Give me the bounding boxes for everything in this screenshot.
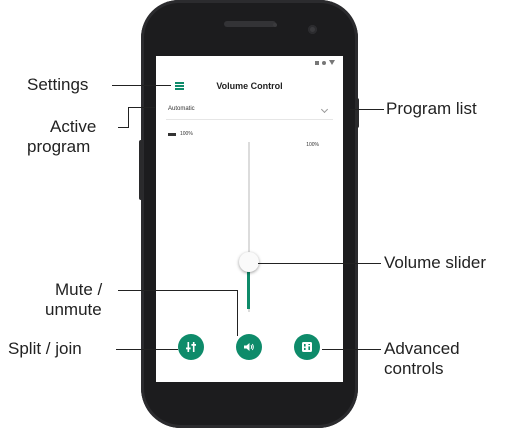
status-bar (156, 56, 343, 70)
phone-side-button-left (139, 140, 143, 200)
leader-volume-slider (258, 263, 381, 264)
volume-slider-thumb[interactable] (239, 252, 259, 272)
leader-active-program-h (118, 127, 128, 128)
speaker-icon (244, 343, 254, 351)
chevron-down-icon[interactable] (320, 105, 329, 114)
callout-mute-1: Mute / (55, 280, 103, 299)
right-volume-indicator: 100% (306, 131, 319, 150)
minus-icon (168, 132, 176, 136)
leader-split-join (116, 349, 178, 350)
left-volume-value: 100% (180, 131, 193, 137)
notification-icon (315, 60, 319, 65)
leader-mute-v (237, 290, 238, 336)
callout-mute-2: unmute (45, 300, 102, 319)
leader-program-list (350, 109, 384, 110)
left-volume-indicator: 100% (168, 131, 193, 137)
leader-active-program-v (128, 107, 129, 128)
mute-unmute-button[interactable] (236, 334, 262, 360)
callout-advanced-1: Advanced (384, 339, 460, 358)
page-title: Volume Control (216, 81, 283, 91)
sliders-icon (186, 342, 196, 352)
leader-advanced (322, 349, 381, 350)
callout-volume-slider: Volume slider (384, 253, 487, 272)
callout-split-join: Split / join (8, 339, 82, 358)
leader-active-program-h2 (128, 107, 155, 108)
phone-side-button-right (355, 98, 359, 128)
phone-speaker (224, 21, 276, 27)
equalizer-icon (302, 342, 312, 352)
phone-camera (308, 25, 317, 34)
leader-settings (112, 85, 171, 86)
advanced-controls-button[interactable] (294, 334, 320, 360)
callout-active-program-1: Active (50, 117, 97, 136)
callout-active-program-2: program (27, 137, 91, 156)
active-program: Automatic (168, 106, 195, 112)
battery-icon (322, 60, 326, 65)
program-dropdown[interactable]: Automatic (166, 103, 333, 120)
app-screen: Volume Control Automatic 100% 100% (156, 56, 343, 382)
callout-advanced-2: controls (384, 359, 444, 378)
phone-device: Volume Control Automatic 100% 100% (139, 0, 359, 428)
phone-sensor (273, 23, 277, 27)
right-volume-value: 100% (306, 142, 319, 148)
callout-settings: Settings (27, 75, 89, 94)
app-bar: Volume Control (156, 74, 343, 98)
callout-program-list: Program list (386, 99, 477, 118)
leader-mute-h (118, 290, 237, 291)
signal-icon (329, 60, 335, 65)
split-join-button[interactable] (178, 334, 204, 360)
